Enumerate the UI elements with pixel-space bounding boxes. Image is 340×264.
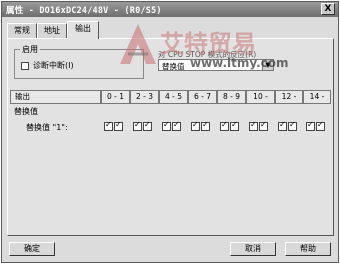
substitute-checkbox[interactable] <box>191 120 200 131</box>
substitute-checkbox[interactable] <box>278 120 287 131</box>
substitute-checkbox[interactable] <box>162 120 171 131</box>
cancel-button[interactable]: 取消 <box>230 242 276 256</box>
substitute-checkbox[interactable] <box>114 120 123 131</box>
substitute-pair-0-1 <box>104 120 124 131</box>
substitute-checkbox[interactable] <box>201 120 210 131</box>
substitute-checkbox[interactable] <box>249 120 258 131</box>
substitute-pair-10-11 <box>249 120 269 131</box>
diagnostic-interrupt-option[interactable]: 诊断中断(I) <box>21 60 74 71</box>
substitute-value-section-label: 替换值 <box>14 107 38 116</box>
column-header-output: 输出 <box>10 90 101 104</box>
help-button[interactable]: 帮助 <box>285 242 331 256</box>
substitute-checkbox[interactable] <box>288 120 297 131</box>
substitute-pair-4-5 <box>162 120 182 131</box>
substitute-pair-6-7 <box>191 120 211 131</box>
column-header: 10 - <box>246 90 275 104</box>
column-header: 8 - 9 <box>217 90 246 104</box>
close-button[interactable]: X <box>321 3 335 15</box>
substitute-checkbox[interactable] <box>143 120 152 131</box>
column-header: 4 - 5 <box>159 90 188 104</box>
ok-button[interactable]: 确定 <box>9 242 55 256</box>
tab-general[interactable]: 常规 <box>7 23 37 38</box>
column-header: 0 - 1 <box>101 90 130 104</box>
column-header: 12 - <box>275 90 303 104</box>
watermark-logo-icon <box>120 24 156 64</box>
diagnostic-interrupt-label: 诊断中断(I) <box>33 61 74 70</box>
substitute-checkbox[interactable] <box>259 120 268 131</box>
column-header: 2 - 3 <box>130 90 159 104</box>
substitute-checkbox[interactable] <box>230 120 239 131</box>
output-table-header: 输出 0 - 1 2 - 3 4 - 5 6 - 7 8 - 9 10 - 12… <box>10 90 331 104</box>
column-header: 6 - 7 <box>188 90 217 104</box>
cpu-stop-reaction-value: 替换值 <box>162 62 185 71</box>
watermark-brand: 艾特贸易 <box>160 30 256 58</box>
tab-address[interactable]: 地址 <box>37 23 67 38</box>
enable-group-label: 启用 <box>20 44 40 55</box>
watermark-url: www.itmy.com <box>190 56 289 70</box>
tab-output[interactable]: 输出 <box>67 21 99 39</box>
column-header: 14 - <box>303 90 331 104</box>
substitute-checkbox[interactable] <box>104 120 113 131</box>
diagnostic-interrupt-checkbox[interactable] <box>21 61 29 70</box>
substitute-pair-12-13 <box>278 120 298 131</box>
substitute-pair-14-15 <box>306 120 326 131</box>
substitute-checkbox[interactable] <box>306 120 315 131</box>
title-bar[interactable]: 属性 - DO16xDC24/48V - (R0/S5) X <box>2 2 338 17</box>
substitute-pair-2-3 <box>133 120 153 131</box>
substitute-checkbox[interactable] <box>172 120 181 131</box>
substitute-checkbox[interactable] <box>316 120 325 131</box>
substitute-pair-8-9 <box>220 120 240 131</box>
substitute-checkbox[interactable] <box>220 120 229 131</box>
window-title: 属性 - DO16xDC24/48V - (R0/S5) <box>6 6 162 16</box>
substitute-checkbox[interactable] <box>133 120 142 131</box>
substitute-value-row-label: 替换值 "1": <box>26 123 68 132</box>
